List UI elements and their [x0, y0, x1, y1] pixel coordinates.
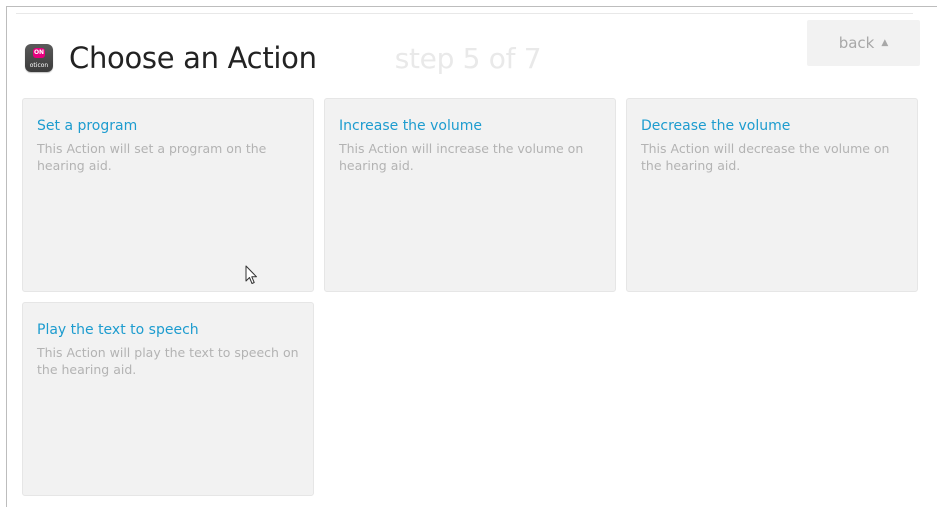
action-card-text-to-speech[interactable]: Play the text to speech This Action will… [22, 302, 314, 496]
page-header: ON oticon Choose an Action step 5 of 7 [16, 33, 542, 83]
action-card-description: This Action will decrease the volume on … [641, 141, 890, 173]
action-card-description: This Action will set a program on the he… [37, 141, 267, 173]
action-card-increase-volume[interactable]: Increase the volume This Action will inc… [324, 98, 616, 292]
action-card-description: This Action will increase the volume on … [339, 141, 584, 173]
caret-up-icon: ▲ [881, 38, 889, 48]
action-card-set-program[interactable]: Set a program This Action will set a pro… [22, 98, 314, 292]
back-button[interactable]: back ▲ [807, 20, 920, 66]
step-indicator: step 5 of 7 [394, 41, 542, 75]
action-card-title: Play the text to speech [37, 322, 199, 338]
action-card-title: Set a program [37, 118, 138, 134]
app-icon-badge: ON [33, 48, 45, 58]
action-card-description: This Action will play the text to speech… [37, 345, 299, 377]
app-icon-wordmark: oticon [29, 62, 49, 69]
back-button-label: back [838, 34, 875, 52]
page-title: Choose an Action [69, 41, 317, 75]
oticon-app-icon: ON oticon [25, 44, 53, 72]
action-card-decrease-volume[interactable]: Decrease the volume This Action will dec… [626, 98, 918, 292]
mouse-pointer-icon [245, 265, 257, 284]
action-card-title: Increase the volume [339, 118, 482, 134]
top-divider [16, 13, 913, 14]
action-card-title: Decrease the volume [641, 118, 791, 134]
